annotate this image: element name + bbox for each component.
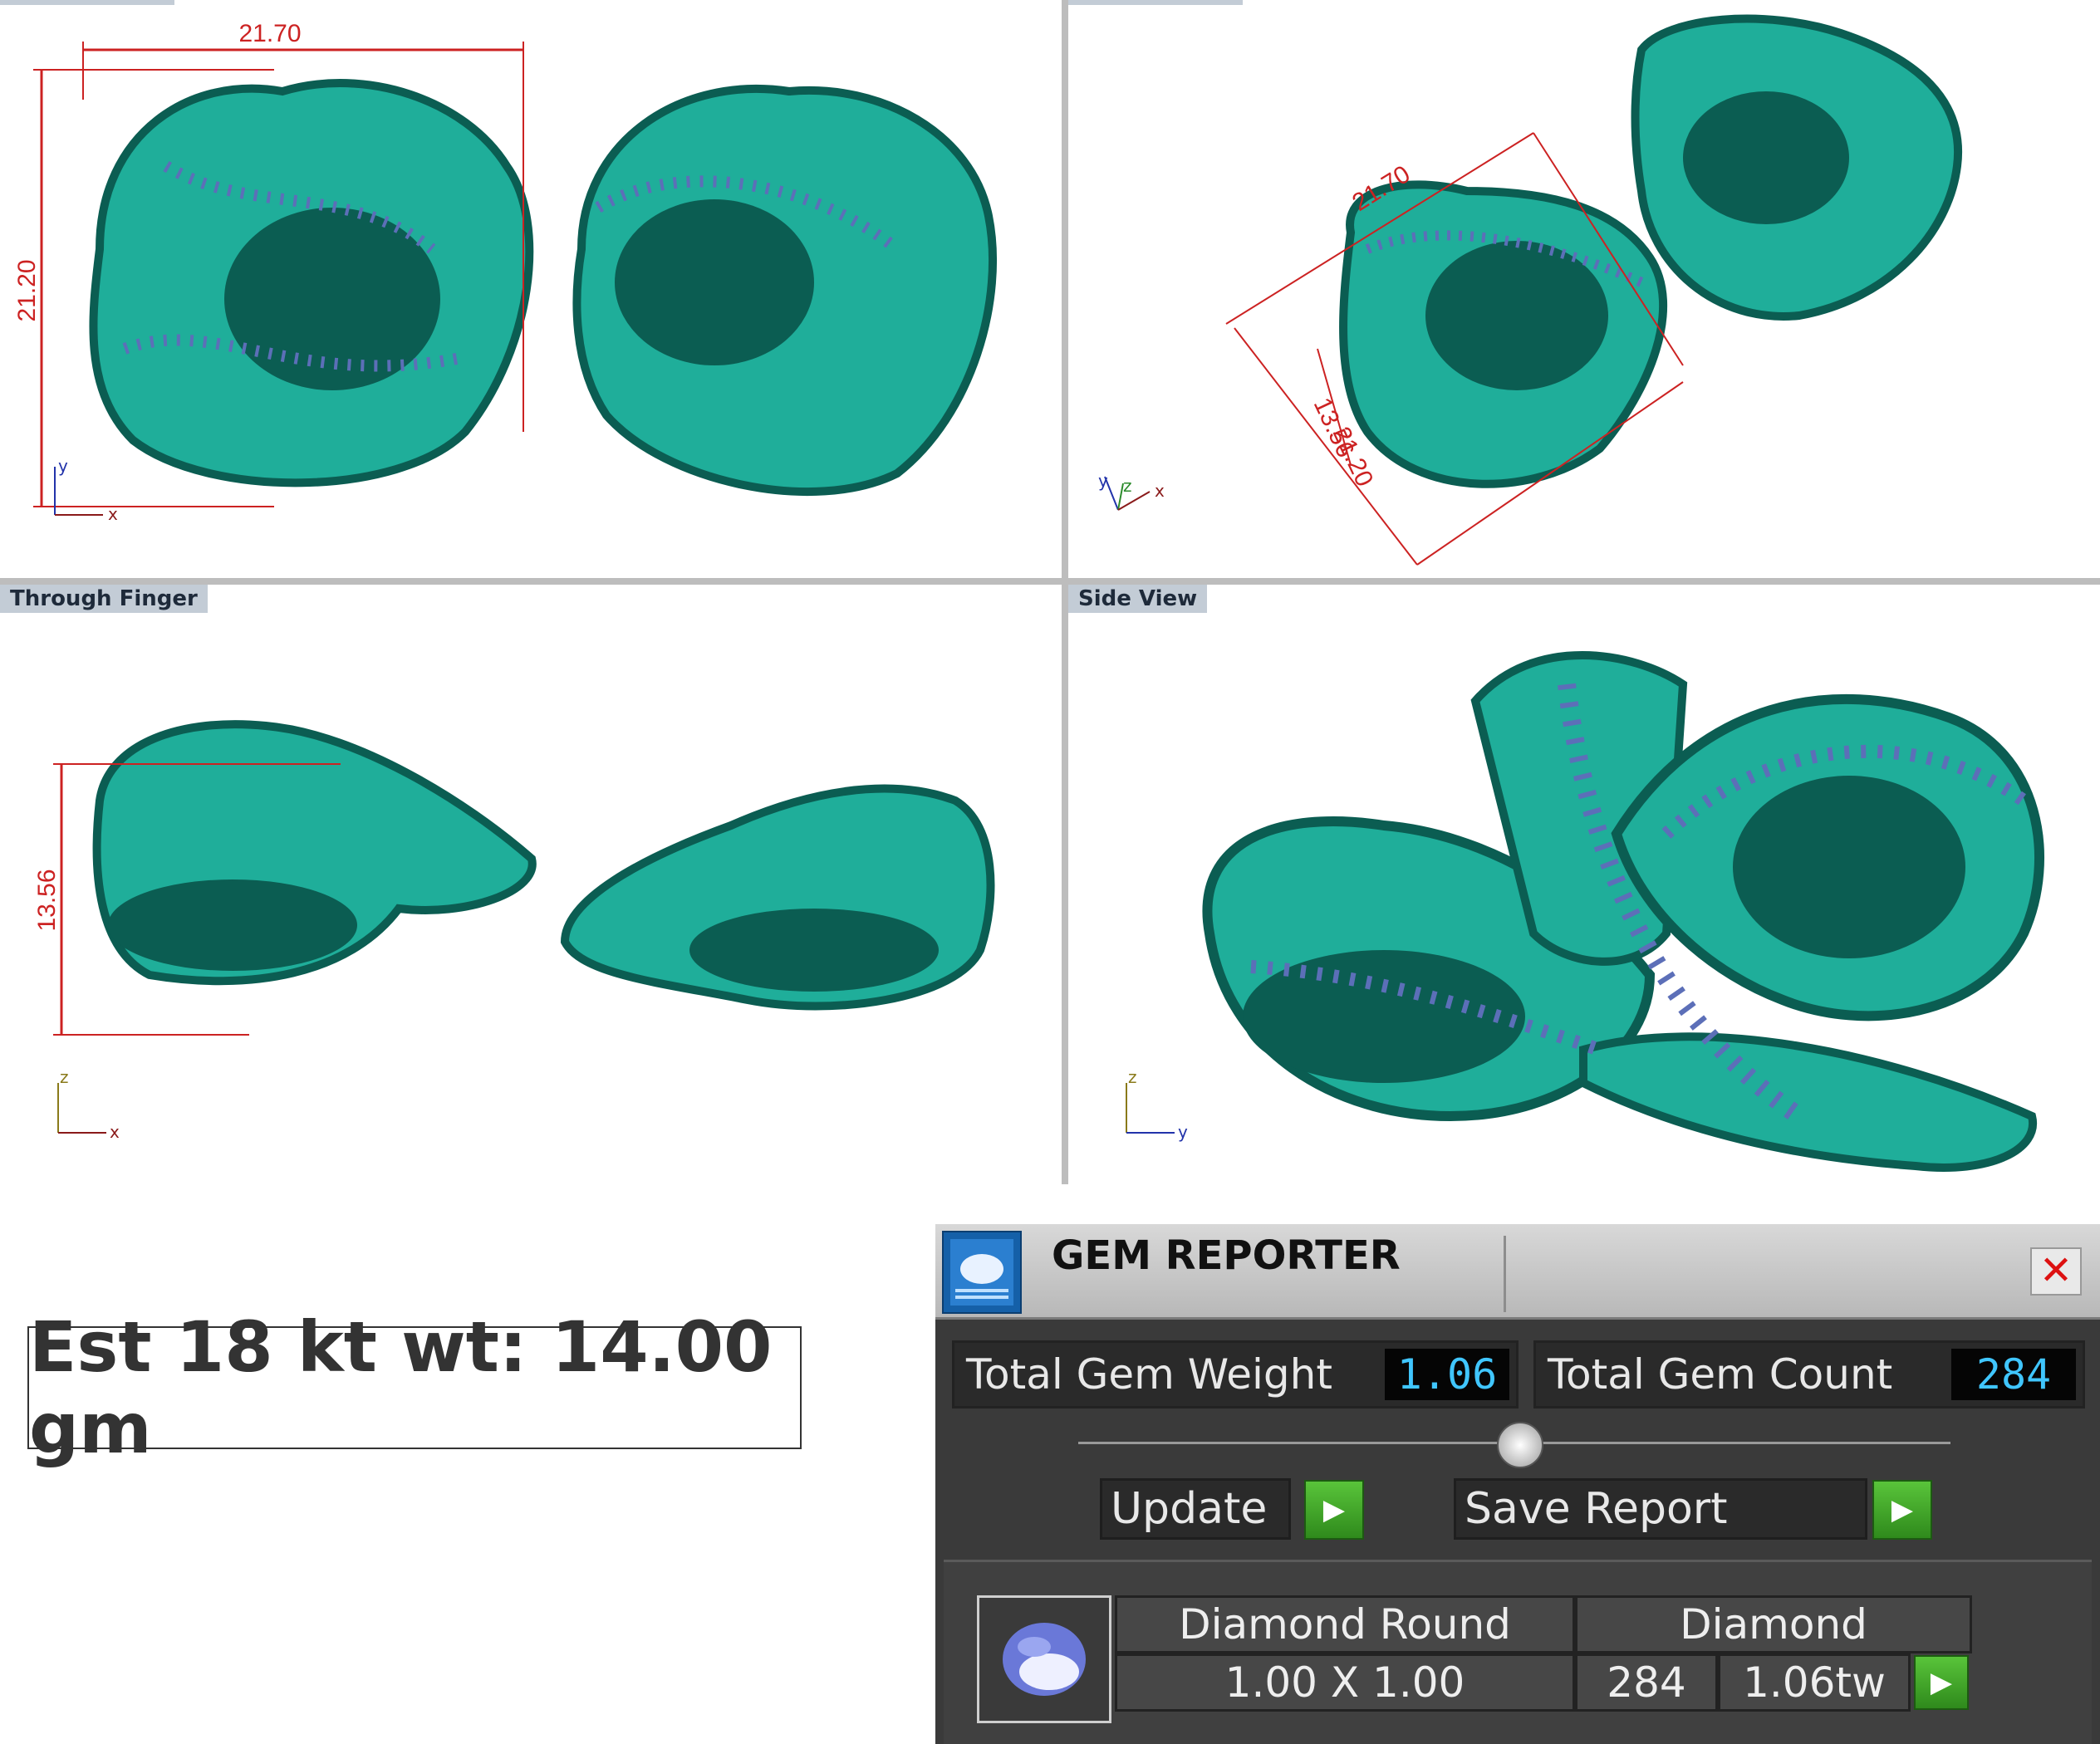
total-gem-weight-value: 1.06: [1385, 1349, 1509, 1400]
ring-model-front: [1339, 180, 1668, 488]
gem-select-button[interactable]: ▶: [1914, 1655, 1969, 1710]
total-gem-count-box: Total Gem Count 284: [1533, 1340, 2085, 1408]
dimension-height-text: 13.56: [33, 869, 61, 931]
header-divider: [1504, 1236, 1506, 1312]
metal-weight-box: Est 18 kt wt: 14.00 gm: [27, 1306, 802, 1469]
viewport-separator-vertical[interactable]: [1062, 0, 1068, 1184]
ring-model-right: [572, 84, 997, 496]
viewport-perspective[interactable]: 21.70 13.56 21.20 y z x: [1068, 0, 2100, 578]
gem-reporter-title: GEM REPORTER: [1052, 1232, 1401, 1279]
update-button[interactable]: Update: [1100, 1478, 1291, 1540]
gem-thumbnail[interactable]: [977, 1595, 1111, 1723]
axis-indicator: y x: [54, 456, 118, 524]
viewport-front-canvas: 13.56 z x: [33, 720, 995, 1142]
ring-model-right: [560, 784, 995, 1011]
viewport-title[interactable]: Through Finger: [0, 585, 208, 613]
gem-weight-cell: 1.06tw: [1718, 1653, 1911, 1712]
viewport-side-canvas: z y: [1126, 651, 2044, 1172]
gem-material-cell: Diamond: [1575, 1595, 1972, 1653]
play-icon: ▶: [1322, 1493, 1346, 1526]
save-report-run-button[interactable]: ▶: [1872, 1480, 1932, 1540]
update-label: Update: [1111, 1484, 1268, 1534]
viewport-title[interactable]: Side View: [1068, 585, 1208, 613]
dimension-width-text: 21.70: [238, 20, 301, 47]
save-report-label: Save Report: [1465, 1484, 1728, 1534]
total-gem-weight-box: Total Gem Weight 1.06: [952, 1340, 1519, 1408]
save-report-button[interactable]: Save Report: [1454, 1478, 1867, 1540]
play-icon: ▶: [1930, 1666, 1953, 1699]
gem-shape-cell: Diamond Round: [1115, 1595, 1575, 1653]
ring-model-back: [1631, 14, 1963, 321]
viewport-through-finger[interactable]: 13.56 z x Through Finger: [0, 585, 1062, 1184]
gem-size-cell: 1.00 X 1.00: [1115, 1653, 1575, 1712]
axis-label-c: x: [1155, 481, 1165, 501]
report-icon: [942, 1231, 1022, 1314]
gem-reporter-panel: GEM REPORTER ✕ Total Gem Weight 1.06 Tot…: [935, 1224, 2100, 1744]
viewport-top-canvas: 21.70 21.20 y x: [13, 20, 997, 524]
metal-weight-text: Est 18 kt wt: 14.00 gm: [29, 1306, 773, 1469]
gem-list: Diamond Round Diamond 1.00 X 1.00 284 1.…: [944, 1560, 2092, 1744]
axis-indicator: z y: [1126, 1067, 1188, 1142]
gem-reporter-header[interactable]: GEM REPORTER ✕: [935, 1224, 2100, 1320]
panel-splitter-handle[interactable]: [1497, 1422, 1543, 1468]
ring-model-side: [1202, 651, 2044, 1172]
viewport-side-view[interactable]: z y Side View: [1068, 585, 2100, 1184]
total-gem-weight-label: Total Gem Weight: [966, 1350, 1332, 1399]
axis-label-a: y: [58, 456, 68, 476]
axis-label-b: y: [1178, 1122, 1188, 1142]
axis-label-a: z: [60, 1067, 69, 1087]
viewport-top[interactable]: 21.70 21.20 y x: [0, 0, 1062, 578]
play-icon: ▶: [1891, 1493, 1914, 1526]
axis-label-a: y: [1098, 471, 1108, 491]
total-gem-count-value: 284: [1951, 1349, 2076, 1400]
axis-label-b: x: [108, 504, 118, 524]
axis-indicator: y z x: [1098, 471, 1165, 511]
axis-label-a: z: [1128, 1067, 1137, 1087]
axis-indicator: z x: [57, 1067, 120, 1142]
update-run-button[interactable]: ▶: [1304, 1480, 1364, 1540]
close-icon: ✕: [2039, 1247, 2073, 1294]
axis-label-b: z: [1123, 476, 1132, 496]
ring-model-left: [92, 720, 537, 986]
gem-count-cell: 284: [1575, 1653, 1718, 1712]
viewport-separator-horizontal[interactable]: [0, 578, 2100, 585]
total-gem-count-label: Total Gem Count: [1548, 1350, 1893, 1399]
ring-model-left: [89, 79, 534, 487]
axis-label-b: x: [110, 1122, 120, 1142]
round-diamond-icon: [1003, 1623, 1086, 1696]
viewport-perspective-canvas: 21.70 13.56 21.20 y z x: [1098, 14, 1963, 566]
close-button[interactable]: ✕: [2030, 1247, 2082, 1296]
dimension-height-text: 21.20: [13, 259, 41, 321]
